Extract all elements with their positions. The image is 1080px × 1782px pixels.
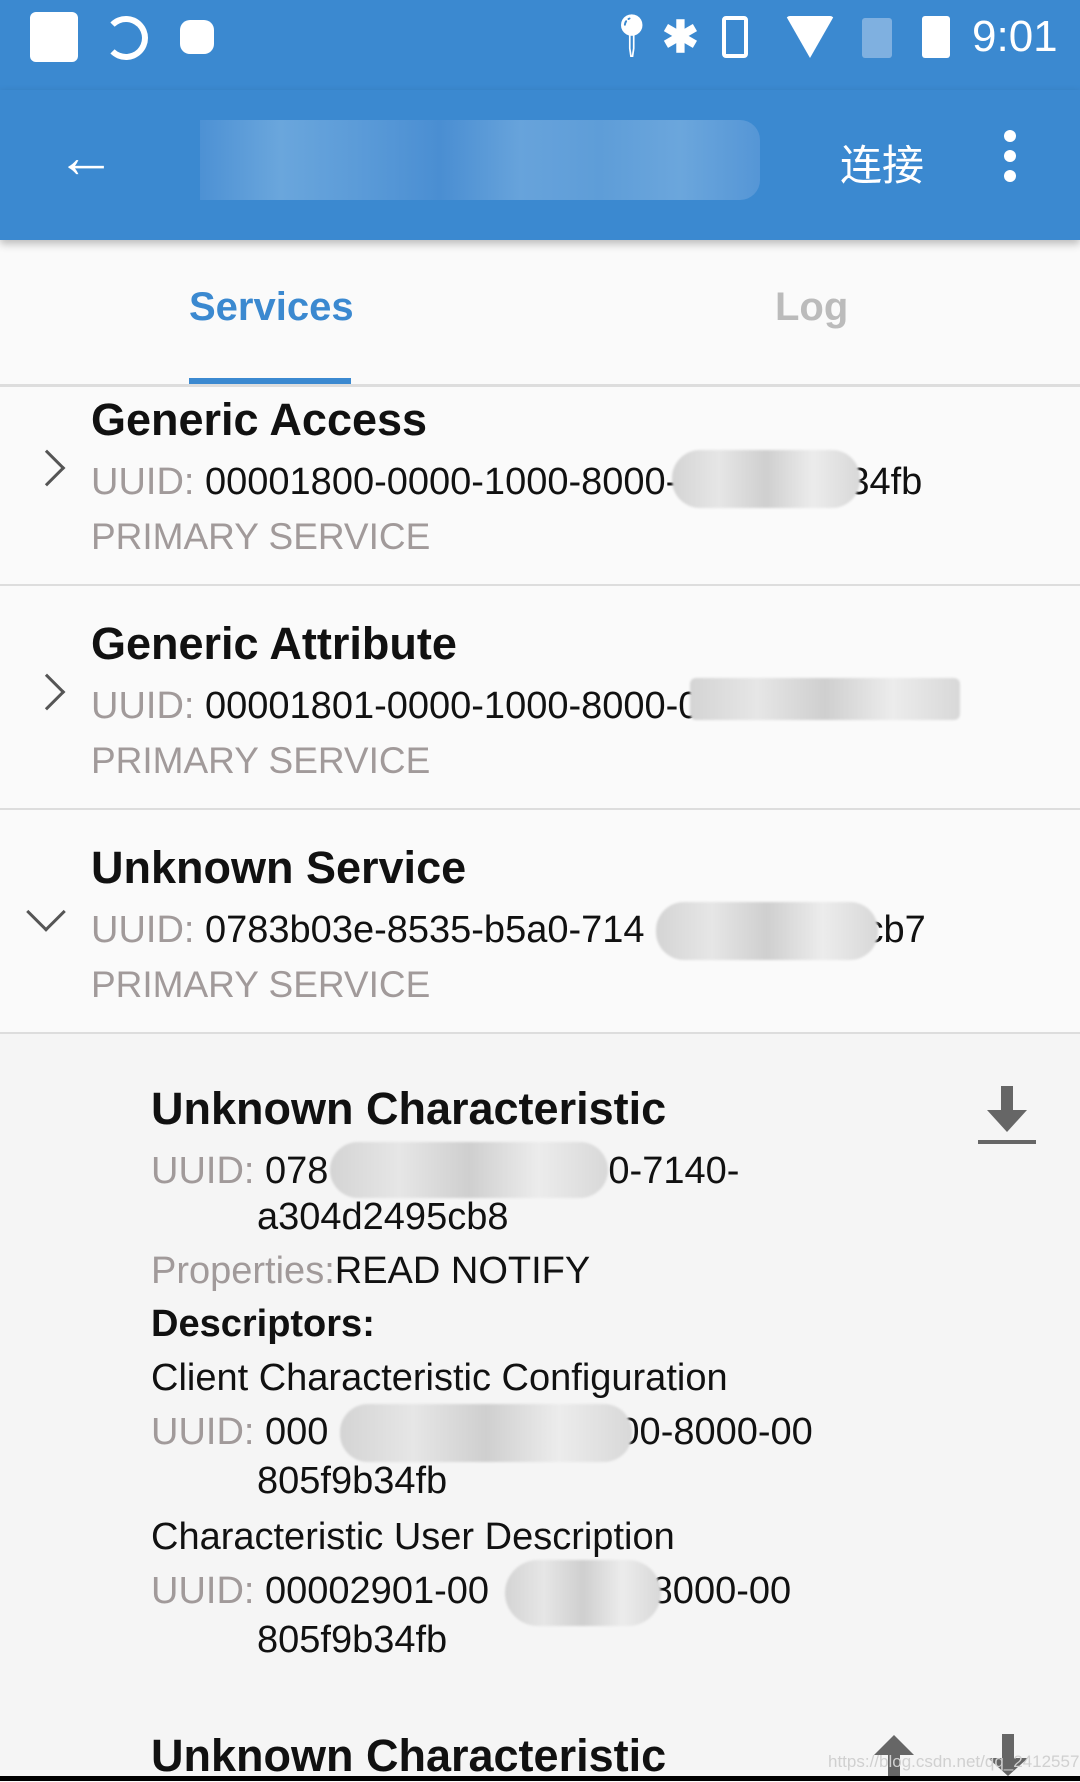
characteristic-name: Unknown Characteristic [151, 1083, 667, 1134]
service-type: PRIMARY SERVICE [91, 740, 431, 781]
device-name-redacted [200, 120, 760, 200]
more-vert-icon[interactable] [1004, 130, 1018, 182]
descriptor-name: Characteristic User Description [151, 1516, 675, 1558]
service-name: Generic Access [91, 394, 428, 445]
descriptor-uuid: UUID: 00002901-00 -8000-00 [151, 1570, 792, 1612]
download-icon[interactable] [978, 1086, 1036, 1146]
notification-square-icon [30, 12, 78, 62]
watermark: https://blog.csdn.net/qq_24125575 [828, 1752, 1080, 1771]
app-bar: ← 连接 [0, 90, 1080, 240]
service-name: Generic Attribute [91, 618, 457, 669]
planet-app-icon [104, 16, 148, 60]
characteristic-name: Unknown Characteristic [151, 1730, 667, 1781]
status-time: 9:01 [972, 12, 1058, 61]
navigation-bar [0, 1776, 1080, 1781]
status-bar: 📍︎ ✱ 9:01 [0, 0, 1080, 90]
redacted-blur [505, 1560, 661, 1626]
service-uuid: UUID: 00001801-0000-1000-8000-0 [91, 685, 700, 727]
wifi-icon [786, 16, 834, 58]
battery-icon [922, 16, 950, 58]
tab-log[interactable]: Log [775, 285, 848, 330]
divider [0, 384, 1080, 387]
characteristic-uuid-cont: a304d2495cb8 [257, 1196, 509, 1238]
divider [0, 584, 1080, 586]
bluetooth-icon: ✱ [662, 13, 699, 62]
location-icon: 📍︎ [605, 12, 659, 59]
vibrate-icon [722, 16, 748, 58]
redacted-blur [340, 1404, 632, 1462]
descriptor-uuid-cont: 805f9b34fb [257, 1460, 448, 1502]
redacted-blur [672, 450, 860, 508]
android-robot-icon [180, 20, 214, 54]
descriptor-name: Client Characteristic Configuration [151, 1357, 728, 1399]
divider [0, 808, 1080, 810]
tab-services[interactable]: Services [189, 285, 354, 330]
redacted-blur [330, 1142, 608, 1198]
service-name: Unknown Service [91, 842, 467, 893]
service-type: PRIMARY SERVICE [91, 516, 431, 557]
chevron-right-icon [28, 449, 66, 487]
redacted-blur [690, 678, 960, 720]
service-type: PRIMARY SERVICE [91, 964, 431, 1005]
descriptor-uuid-cont: 805f9b34fb [257, 1619, 448, 1661]
connect-button[interactable]: 连接 [840, 132, 924, 193]
descriptors-heading: Descriptors: [151, 1303, 375, 1345]
redacted-blur [656, 902, 878, 960]
chevron-right-icon [28, 673, 66, 711]
back-button[interactable]: ← [56, 122, 116, 191]
chevron-down-icon [26, 892, 66, 932]
no-sim-icon [862, 18, 892, 58]
characteristic-properties: Properties:READ NOTIFY [151, 1250, 591, 1292]
